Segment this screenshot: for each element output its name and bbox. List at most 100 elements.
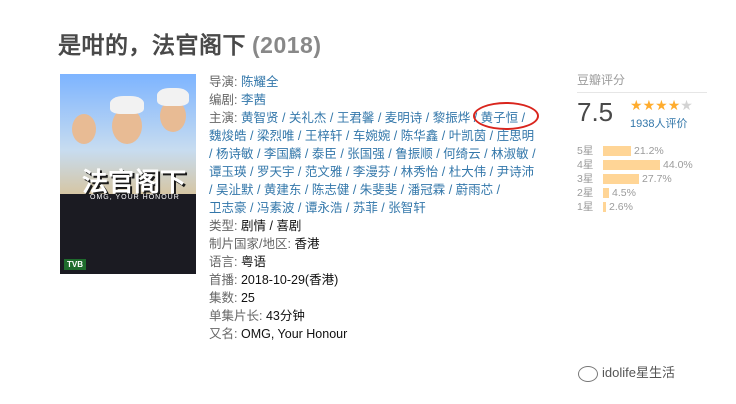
rating-bar-fill (603, 202, 606, 213)
language-value: 粤语 (240, 255, 266, 269)
cast-member-link[interactable]: 朱斐斐 (360, 181, 398, 199)
cast-member-link[interactable]: 林秀怡 (401, 163, 439, 181)
cast-member-link[interactable]: 鲁振顺 (395, 145, 433, 163)
cast-member-link[interactable]: 罗天宇 (257, 163, 295, 181)
rating-count-link[interactable]: 1938人评价 (630, 115, 687, 131)
genre-row: 类型: 剧情 / 喜剧 (209, 219, 302, 233)
cast-member-link[interactable]: 杜大伟 (449, 163, 487, 181)
genre-value: 剧情 (240, 219, 266, 233)
cast-member-name: 王君馨 (336, 111, 375, 125)
director-link[interactable]: 陈耀全 (241, 75, 279, 89)
cast-member-name: 王梓轩 (304, 129, 343, 143)
cast-member-link[interactable]: 卫志豪 (209, 199, 247, 217)
cast-member-name: 卫志豪 (209, 201, 247, 215)
aka-value: OMG, Your Honour (240, 327, 348, 341)
cast-member-link[interactable]: 陈华鑫 (401, 127, 439, 145)
rating-bar-percent: 21.2% (634, 145, 664, 157)
cast-member-link[interactable]: 黎振烨 (433, 109, 471, 127)
cast-member-link[interactable]: 梁烈唯 (257, 127, 295, 145)
wechat-icon (578, 365, 598, 382)
info-panel: 导演: 陈耀全 编剧: 李茜 主演: 黄智贤 / 关礼杰 / 王君馨 / 麦明诗… (209, 73, 541, 343)
poster-wig (157, 88, 189, 106)
premiere-label: 首播: (209, 273, 238, 287)
cast-member-name: 潘冠霖 (407, 183, 446, 197)
cast-member-link[interactable]: 庄思明 (497, 127, 535, 145)
cast-member-link[interactable]: 林淑敏 (491, 145, 529, 163)
cast-member-link[interactable]: 黄子恒 (472, 102, 539, 130)
episodes-label: 集数: (209, 291, 238, 305)
cast-member-link[interactable]: 谭玉瑛 (209, 163, 247, 181)
cast-member-name: 车婉婉 (352, 129, 391, 143)
director-label: 导演: (209, 75, 238, 89)
cast-member-link[interactable]: 李漫芬 (353, 163, 391, 181)
rating-bar-fill (603, 146, 631, 157)
genre-label: 类型: (209, 219, 238, 233)
cast-member-link[interactable]: 张智轩 (388, 199, 426, 217)
cast-member-link[interactable]: 麦明诗 (385, 109, 423, 127)
cast-member-name: 魏焌皓 (209, 129, 247, 143)
cast-member-name: 杨诗敏 (215, 147, 254, 161)
cast-member-name: 范文雅 (304, 165, 343, 179)
cast-member-link[interactable]: 叶凯茵 (449, 127, 487, 145)
cast-member-name: 杜大伟 (448, 165, 487, 179)
director-row: 导演: 陈耀全 (209, 73, 541, 91)
cast-member-link[interactable]: 车婉婉 (353, 127, 391, 145)
cast-member-link[interactable]: 魏焌皓 (209, 127, 247, 145)
cast-member-link[interactable]: 陈志健 (312, 181, 350, 199)
cast-member-name: 黎振烨 (432, 111, 471, 125)
cast-member-link[interactable]: 潘冠霖 (408, 181, 446, 199)
writer-link[interactable]: 李茜 (241, 93, 266, 107)
cast-member-link[interactable]: 李国麟 (264, 145, 302, 163)
star-empty-icon: ★ (680, 97, 693, 113)
cast-member-name: 陈志健 (311, 183, 350, 197)
cast-member-link[interactable]: 黄智贤 (241, 109, 279, 127)
cast-member-link[interactable]: 何绮云 (443, 145, 481, 163)
cast-member-link[interactable]: 谭永浩 (305, 199, 343, 217)
rating-bar-label: 3星 (577, 173, 594, 185)
aka-label: 又名: (209, 327, 238, 341)
cast-member-link[interactable]: 范文雅 (305, 163, 343, 181)
cast-member-link[interactable]: 关礼杰 (289, 109, 327, 127)
cast-member-name: 朱斐斐 (359, 183, 398, 197)
cast-member-link[interactable]: 黄建东 (264, 181, 302, 199)
cast-member-name: 关礼杰 (288, 111, 327, 125)
cast-row: 主演: 黄智贤 / 关礼杰 / 王君馨 / 麦明诗 / 黎振烨 / 黄子恒 / … (209, 102, 541, 217)
cast-member-name: 蔚雨芯 (455, 183, 494, 197)
premiere-value: 2018-10-29(香港) (240, 273, 339, 287)
cast-member-name: 林淑敏 (491, 147, 529, 161)
poster-subtitle: OMG, YOUR HONOUR (90, 194, 180, 201)
cast-member-name: 冯素波 (256, 201, 295, 215)
rating-bar-fill (603, 188, 609, 199)
cast-member-name: 麦明诗 (384, 111, 423, 125)
language-row: 语言: 粤语 (209, 253, 541, 271)
premiere-row: 首播: 2018-10-29(香港) (209, 271, 541, 289)
cast-member-name: 李漫芬 (352, 165, 391, 179)
cast-member-link[interactable]: 王君馨 (337, 109, 375, 127)
cast-member-link[interactable]: 王梓轩 (305, 127, 343, 145)
poster-face (72, 114, 96, 144)
rating-score: 7.5 (577, 97, 614, 127)
cast-member-link[interactable]: 张国强 (347, 145, 385, 163)
poster-image[interactable]: 法官阁下 OMG, YOUR HONOUR TVB (60, 74, 196, 274)
cast-member-link[interactable]: 冯素波 (257, 199, 295, 217)
cast-member-name: 尹诗沛 (496, 165, 535, 179)
runtime-row: 单集片长: 43分钟 (209, 307, 541, 325)
cast-member-link[interactable]: 苏菲 (353, 199, 378, 217)
rating-panel: 豆瓣评分 7.5 ★★★★★ 1938人评价 5星 21.2% 4星 44.0% 3星 2… (577, 71, 717, 213)
rating-bar-row: 1星 2.6% (577, 199, 693, 213)
star-filled-icon: ★ (655, 97, 668, 113)
cast-member-link[interactable]: 杨诗敏 (216, 145, 254, 163)
cast-member-link[interactable]: 泰臣 (312, 145, 337, 163)
cast-member-link[interactable]: 蔚雨芯 (456, 181, 494, 199)
cast-member-name: 李国麟 (263, 147, 302, 161)
cast-member-name: 罗天宇 (256, 165, 295, 179)
country-value: 香港 (294, 237, 320, 251)
cast-member-name: 黄建东 (263, 183, 302, 197)
highlight-circle (472, 102, 539, 130)
rating-bar-row: 2星 4.5% (577, 185, 693, 199)
cast-member-link[interactable]: 尹诗沛 (497, 163, 535, 181)
cast-member-link[interactable]: 吴沚默 (216, 181, 254, 199)
star-filled-icon: ★ (630, 97, 643, 113)
rating-breakdown: 5星 21.2% 4星 44.0% 3星 27.7% 2星 4.5% 1星 2.6% (577, 143, 693, 213)
cast-member-name: 庄思明 (496, 129, 535, 143)
